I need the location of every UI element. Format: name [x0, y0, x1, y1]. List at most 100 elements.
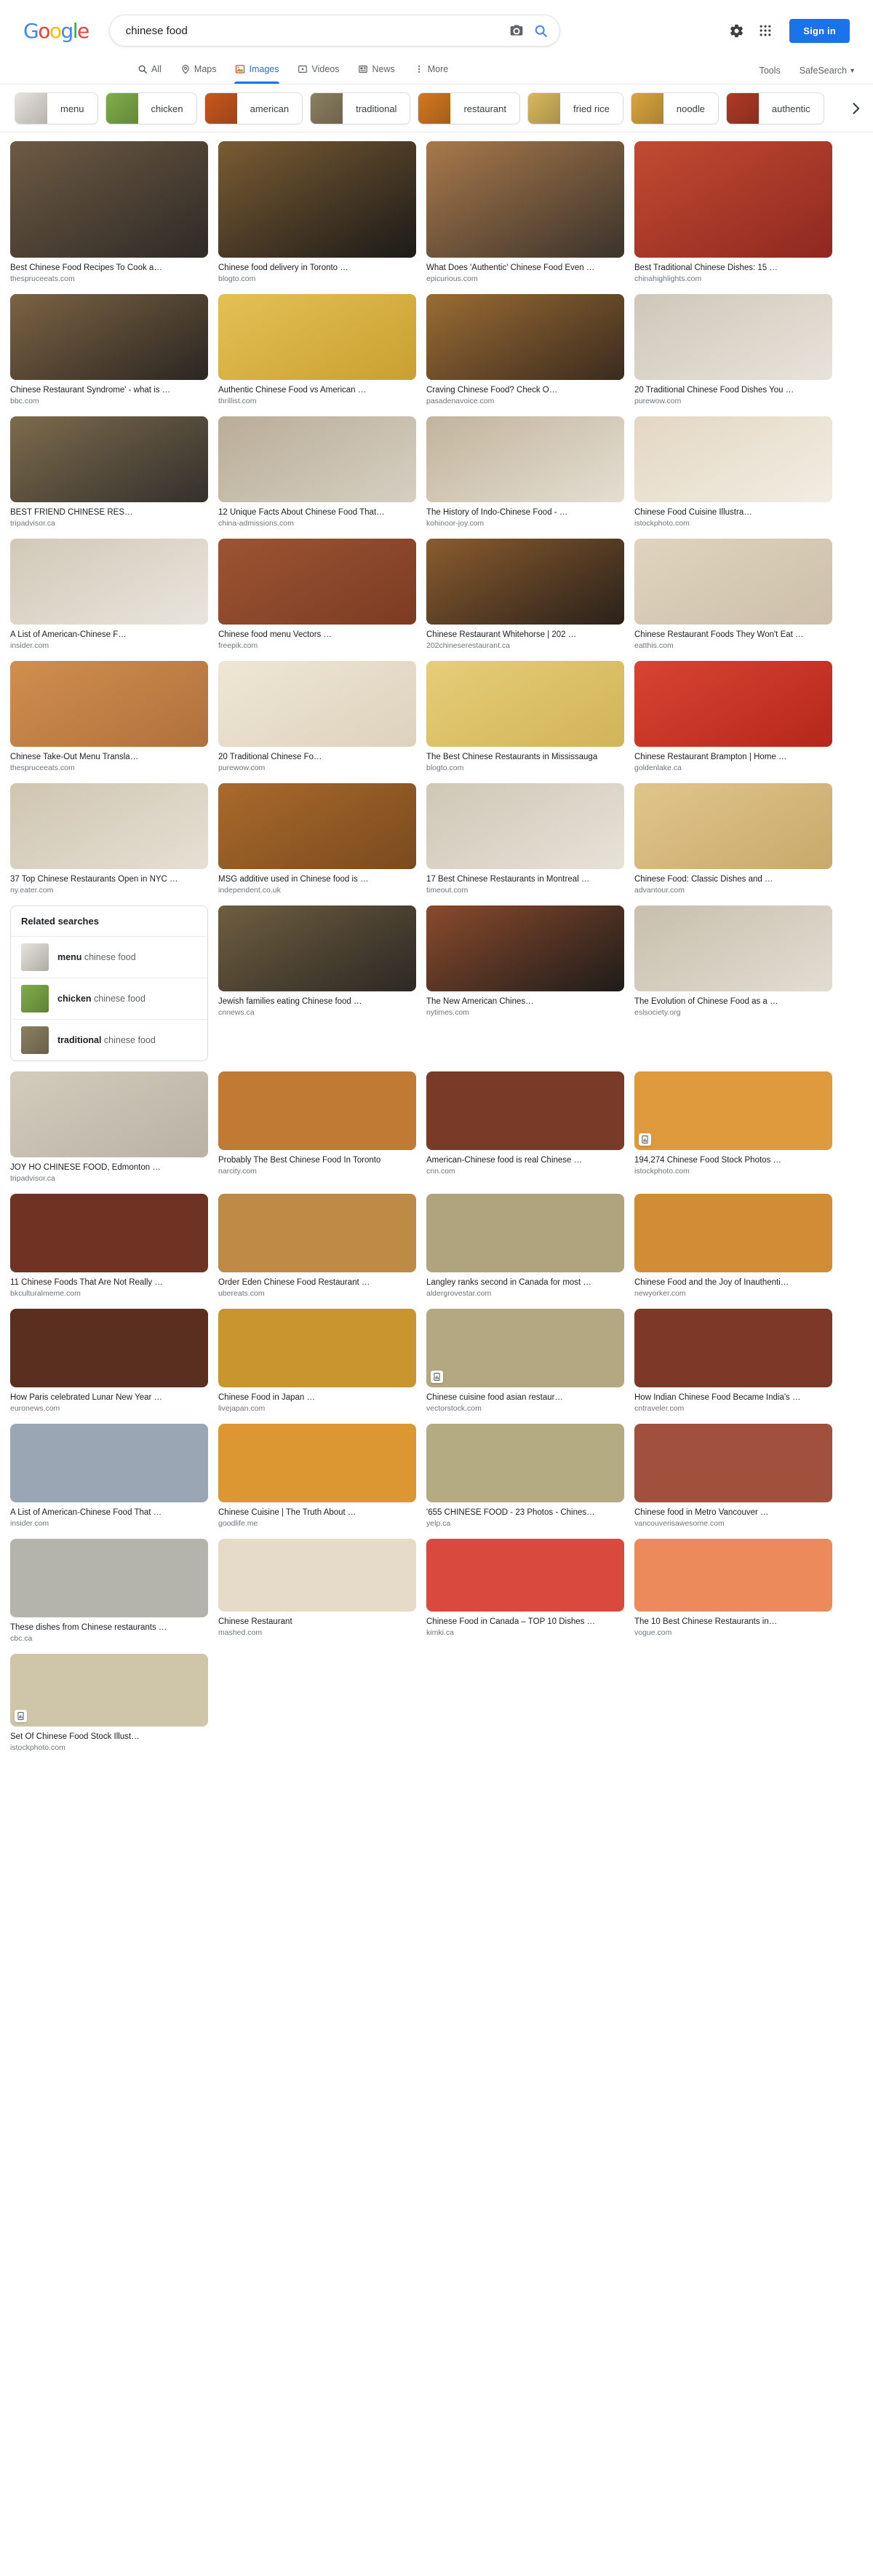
filter-chip-restaurant[interactable]: restaurant — [418, 92, 520, 124]
apps-grid-icon[interactable] — [753, 18, 778, 43]
result-thumbnail[interactable] — [634, 661, 832, 747]
filter-chip-american[interactable]: american — [204, 92, 303, 124]
image-result-tile[interactable]: Chinese food menu Vectors … freepik.com — [218, 539, 416, 651]
sign-in-button[interactable]: Sign in — [789, 18, 850, 43]
result-thumbnail[interactable] — [634, 1071, 832, 1150]
image-result-tile[interactable]: '655 CHINESE FOOD - 23 Photos - Chines… y… — [426, 1424, 624, 1529]
result-thumbnail[interactable] — [634, 416, 832, 502]
filter-chip-noodle[interactable]: noodle — [630, 92, 719, 124]
nav-tab-news[interactable]: News — [348, 54, 404, 84]
result-thumbnail[interactable] — [634, 294, 832, 380]
image-result-tile[interactable]: Craving Chinese Food? Check O… pasadenavo… — [426, 294, 624, 406]
result-thumbnail[interactable] — [218, 661, 416, 747]
image-result-tile[interactable]: The History of Indo-Chinese Food - … kohi… — [426, 416, 624, 528]
result-thumbnail[interactable] — [218, 539, 416, 625]
image-result-tile[interactable]: BEST FRIEND CHINESE RES… tripadvisor.ca — [10, 416, 208, 528]
chips-next-button[interactable] — [832, 84, 873, 132]
result-thumbnail[interactable] — [634, 539, 832, 625]
result-thumbnail[interactable] — [634, 1194, 832, 1272]
image-result-tile[interactable]: MSG additive used in Chinese food is … in… — [218, 783, 416, 895]
related-search-item[interactable]: traditional chinese food — [11, 1020, 207, 1061]
result-thumbnail[interactable] — [426, 1424, 624, 1502]
result-thumbnail[interactable] — [10, 141, 208, 258]
result-thumbnail[interactable] — [426, 1194, 624, 1272]
result-thumbnail[interactable] — [218, 1309, 416, 1387]
image-result-tile[interactable]: 194,274 Chinese Food Stock Photos … istoc… — [634, 1071, 832, 1184]
image-result-tile[interactable]: Chinese Take-Out Menu Transla… thesprucee… — [10, 661, 208, 773]
image-result-tile[interactable]: The 10 Best Chinese Restaurants in… vogue… — [634, 1539, 832, 1644]
image-result-tile[interactable]: Chinese Food in Japan … livejapan.com — [218, 1309, 416, 1414]
result-thumbnail[interactable] — [634, 1539, 832, 1612]
result-thumbnail[interactable] — [426, 1309, 624, 1387]
image-result-tile[interactable]: Set Of Chinese Food Stock Illust… istockp… — [10, 1654, 208, 1753]
result-thumbnail[interactable] — [634, 905, 832, 991]
image-result-tile[interactable]: Chinese Restaurant mashed.com — [218, 1539, 416, 1644]
result-thumbnail[interactable] — [218, 905, 416, 991]
image-result-tile[interactable]: How Indian Chinese Food Became India's …… — [634, 1309, 832, 1414]
result-thumbnail[interactable] — [426, 539, 624, 625]
image-result-tile[interactable]: 20 Traditional Chinese Fo… purewow.com — [218, 661, 416, 773]
nav-tab-all[interactable]: All — [128, 54, 171, 84]
image-result-tile[interactable]: 37 Top Chinese Restaurants Open in NYC …… — [10, 783, 208, 895]
result-thumbnail[interactable] — [218, 1539, 416, 1612]
image-result-tile[interactable]: What Does 'Authentic' Chinese Food Even … — [426, 141, 624, 284]
image-result-tile[interactable]: A List of American-Chinese F… insider.com — [10, 539, 208, 651]
result-thumbnail[interactable] — [426, 661, 624, 747]
result-thumbnail[interactable] — [634, 141, 832, 258]
result-thumbnail[interactable] — [10, 1424, 208, 1502]
image-result-tile[interactable]: Authentic Chinese Food vs American … thri… — [218, 294, 416, 406]
result-thumbnail[interactable] — [10, 539, 208, 625]
image-result-tile[interactable]: Chinese Food in Canada – TOP 10 Dishes …… — [426, 1539, 624, 1644]
result-thumbnail[interactable] — [10, 1654, 208, 1727]
filter-chip-chicken[interactable]: chicken — [105, 92, 197, 124]
result-thumbnail[interactable] — [218, 1424, 416, 1502]
result-thumbnail[interactable] — [426, 416, 624, 502]
image-result-tile[interactable]: Probably The Best Chinese Food In Toront… — [218, 1071, 416, 1184]
image-result-tile[interactable]: Chinese Food and the Joy of Inauthenti… n… — [634, 1194, 832, 1299]
result-thumbnail[interactable] — [10, 1539, 208, 1617]
nav-tab-more[interactable]: More — [404, 54, 458, 84]
related-search-item[interactable]: chicken chinese food — [11, 978, 207, 1020]
result-thumbnail[interactable] — [218, 783, 416, 869]
result-thumbnail[interactable] — [426, 141, 624, 258]
result-thumbnail[interactable] — [10, 783, 208, 869]
nav-tab-images[interactable]: Images — [226, 54, 288, 84]
result-thumbnail[interactable] — [10, 1071, 208, 1157]
result-thumbnail[interactable] — [218, 141, 416, 258]
image-result-tile[interactable]: JOY HO CHINESE FOOD, Edmonton … tripadvis… — [10, 1071, 208, 1184]
result-thumbnail[interactable] — [10, 1309, 208, 1387]
search-icon[interactable] — [529, 18, 554, 43]
tools-button[interactable]: Tools — [760, 66, 781, 76]
nav-tab-videos[interactable]: Videos — [288, 54, 348, 84]
result-thumbnail[interactable] — [426, 294, 624, 380]
search-bar[interactable] — [108, 15, 560, 47]
image-result-tile[interactable]: Langley ranks second in Canada for most … — [426, 1194, 624, 1299]
image-result-tile[interactable]: 12 Unique Facts About Chinese Food That…… — [218, 416, 416, 528]
image-result-tile[interactable]: Chinese food in Metro Vancouver … vancouv… — [634, 1424, 832, 1529]
related-search-item[interactable]: menu chinese food — [11, 937, 207, 978]
result-thumbnail[interactable] — [218, 1071, 416, 1150]
result-thumbnail[interactable] — [426, 1539, 624, 1612]
image-result-tile[interactable]: Jewish families eating Chinese food … cnn… — [218, 905, 416, 1061]
image-result-tile[interactable]: How Paris celebrated Lunar New Year … eur… — [10, 1309, 208, 1414]
result-thumbnail[interactable] — [426, 1071, 624, 1150]
image-result-tile[interactable]: Chinese food delivery in Toronto … blogto… — [218, 141, 416, 284]
camera-icon[interactable] — [504, 18, 529, 43]
result-thumbnail[interactable] — [634, 1309, 832, 1387]
image-result-tile[interactable]: Chinese Food Cuisine Illustra… istockphot… — [634, 416, 832, 528]
filter-chip-authentic[interactable]: authentic — [725, 92, 824, 124]
image-result-tile[interactable]: Chinese Restaurant Foods They Won't Eat … — [634, 539, 832, 651]
image-result-tile[interactable]: Chinese Food: Classic Dishes and … advant… — [634, 783, 832, 895]
image-result-tile[interactable]: Best Traditional Chinese Dishes: 15 … chi… — [634, 141, 832, 284]
filter-chip-traditional[interactable]: traditional — [310, 92, 411, 124]
google-logo[interactable]: Google — [23, 19, 89, 43]
result-thumbnail[interactable] — [10, 294, 208, 380]
image-result-tile[interactable]: Order Eden Chinese Food Restaurant … uber… — [218, 1194, 416, 1299]
gear-icon[interactable] — [724, 18, 749, 43]
result-thumbnail[interactable] — [634, 1424, 832, 1502]
image-result-tile[interactable]: Chinese Cuisine | The Truth About … goodl… — [218, 1424, 416, 1529]
image-result-tile[interactable]: Best Chinese Food Recipes To Cook a… thes… — [10, 141, 208, 284]
image-result-tile[interactable]: A List of American-Chinese Food That … in… — [10, 1424, 208, 1529]
image-result-tile[interactable]: Chinese Restaurant Whitehorse | 202 … 202… — [426, 539, 624, 651]
search-input[interactable] — [124, 23, 504, 38]
